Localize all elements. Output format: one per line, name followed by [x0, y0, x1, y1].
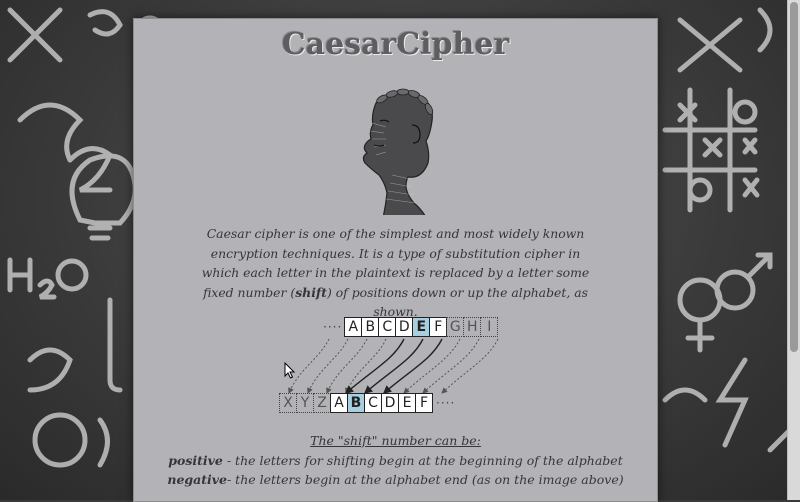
positive-description: - the letters for shifting begin at the … [222, 453, 623, 468]
bottom-cell-z: Z [313, 393, 331, 413]
bottom-cell-a: A [330, 393, 348, 413]
bottom-cell-x: X [279, 393, 297, 413]
ciphertext-alphabet-row: X Y Z A B C D E F ···· [279, 393, 458, 413]
top-cell-h: H [463, 317, 482, 337]
scrollbar-thumb[interactable] [790, 2, 798, 352]
shift-word: shift [295, 284, 327, 300]
bottom-cell-y: Y [296, 393, 314, 413]
intro-paragraph: Caesar cipher is one of the simplest and… [194, 224, 597, 322]
negative-term: negative [167, 472, 227, 487]
top-cell-i: I [480, 317, 499, 337]
intro-text-2: ) of positions down or up the alphabet, … [326, 284, 588, 320]
content-panel: CaesarCipher Caesar cipher is one of the… [133, 18, 658, 502]
caesar-portrait-image [362, 88, 434, 215]
mouse-pointer-icon [284, 362, 296, 379]
top-cell-c: C [378, 317, 397, 337]
top-cell-d: D [395, 317, 414, 337]
bottom-cell-e: E [398, 393, 416, 413]
bottom-cell-c: C [364, 393, 382, 413]
top-cell-g: G [446, 317, 465, 337]
top-cell-f: F [429, 317, 448, 337]
row-ellipsis-left: ···· [323, 320, 343, 334]
bottom-cell-b-highlighted: B [347, 393, 365, 413]
bottom-cell-d: D [381, 393, 399, 413]
negative-description: - the letters begin at the alphabet end … [226, 472, 624, 487]
positive-term: positive [168, 453, 223, 468]
top-cell-a: A [344, 317, 363, 337]
shift-heading: The "shift" number can be: [310, 433, 481, 448]
top-cell-b: B [361, 317, 380, 337]
page-title: CaesarCipher [281, 27, 510, 62]
plaintext-alphabet-row: ···· A B C D E F G H I [320, 317, 499, 337]
row-ellipsis-right: ···· [436, 396, 456, 410]
shift-positive-line: positive - the letters for shifting begi… [134, 453, 657, 468]
shift-negative-line: negative- the letters begin at the alpha… [134, 472, 657, 487]
top-cell-e-highlighted: E [412, 317, 431, 337]
page-scrollbar[interactable] [787, 0, 800, 500]
bottom-cell-f: F [415, 393, 433, 413]
